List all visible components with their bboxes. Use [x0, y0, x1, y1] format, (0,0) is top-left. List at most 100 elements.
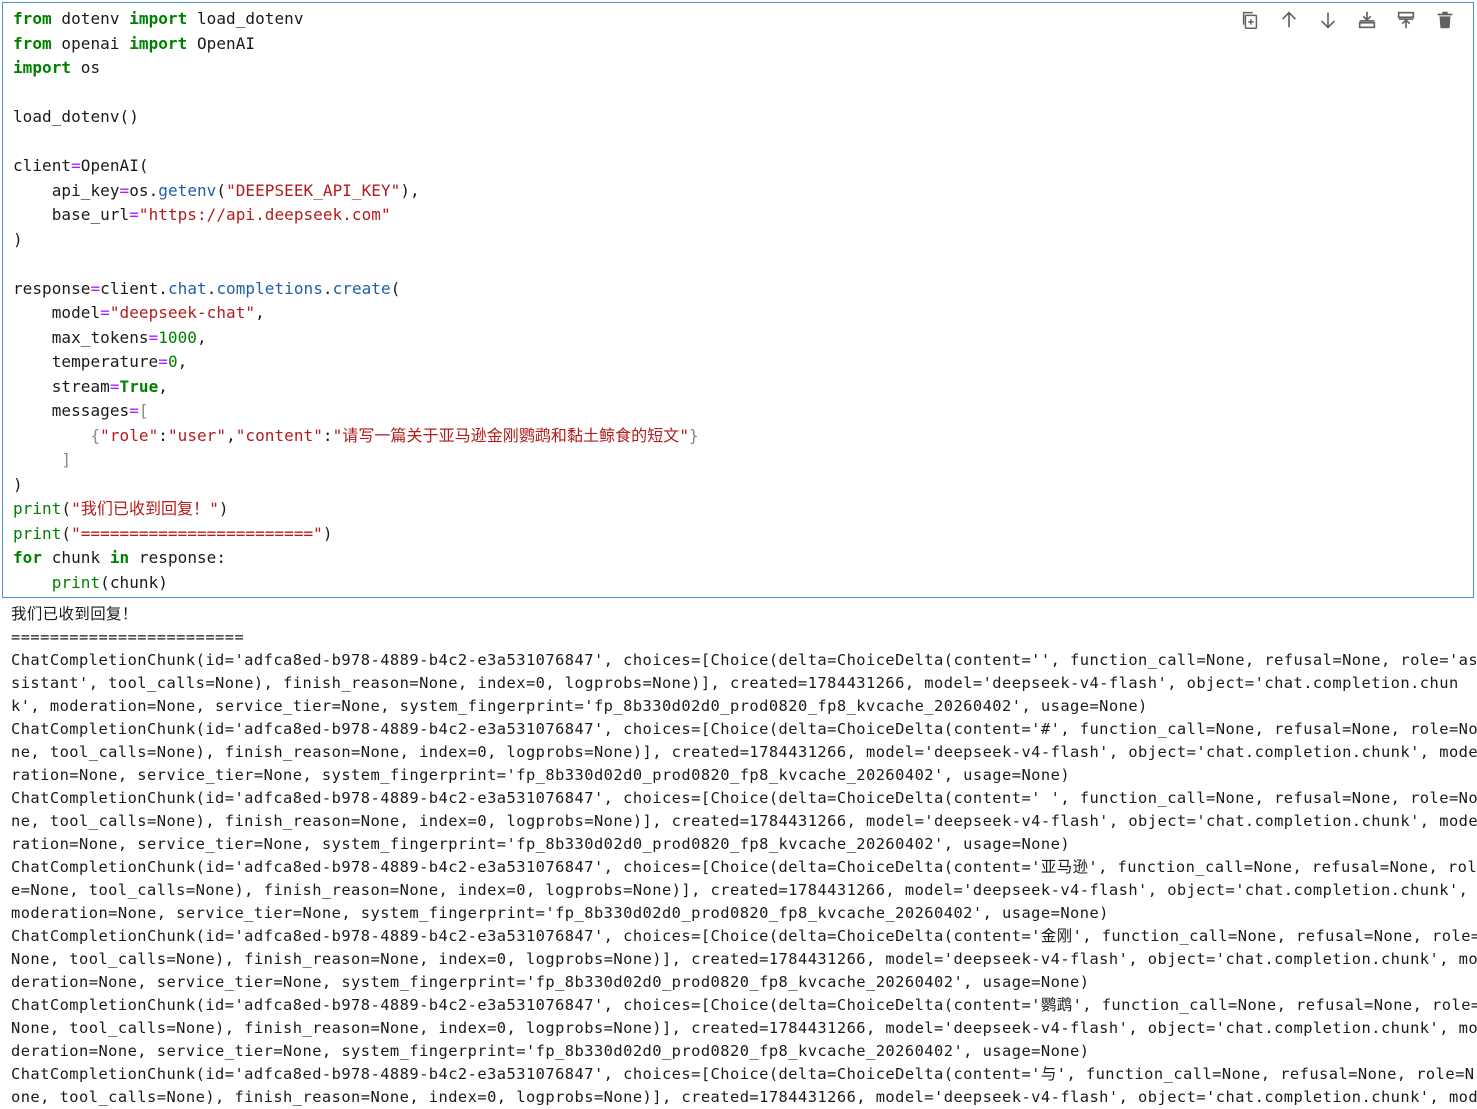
string-literal: "role" — [100, 425, 159, 445]
code-token: ) — [218, 499, 229, 518]
keyword: import — [129, 33, 188, 53]
output-line: ration=None, service_tier=None, system_f… — [11, 835, 1071, 853]
keyword: True — [119, 376, 159, 396]
code-token: ( — [390, 278, 401, 298]
code-line: load_dotenv() — [13, 105, 699, 130]
code-token: client — [13, 156, 72, 175]
operator: = — [129, 205, 139, 224]
output-line: ChatCompletionChunk(id='adfca8ed-b978-48… — [11, 1065, 1475, 1083]
trash-icon — [1437, 11, 1452, 29]
keyword: for — [13, 548, 43, 567]
code-token: chunk — [42, 548, 110, 567]
code-editor[interactable]: from dotenv import load_dotenv from open… — [13, 7, 699, 595]
code-token: client — [100, 278, 159, 298]
copy-icon — [1242, 11, 1257, 29]
code-token: api_key — [51, 180, 120, 200]
code-token: stream — [51, 376, 110, 396]
keyword: import — [13, 58, 72, 77]
code-line: print(chunk) — [13, 571, 699, 596]
cell-output: 我们已收到回复！ ======================== ChatCo… — [11, 603, 1477, 1109]
code-token: ), — [400, 180, 420, 200]
code-line: from dotenv import load_dotenv — [13, 7, 699, 32]
code-token: temperature — [51, 352, 159, 371]
arrow-up-icon — [1281, 11, 1296, 28]
code-line: model="deepseek-chat", — [13, 301, 699, 326]
delete-cell-button[interactable] — [1430, 7, 1459, 33]
output-line: None, tool_calls=None), finish_reason=No… — [11, 950, 1477, 968]
string-literal: "deepseek-chat" — [109, 303, 256, 322]
code-token: load_dotenv() — [13, 107, 139, 126]
builtin-function: print — [51, 572, 101, 592]
code-line: ) — [13, 228, 699, 253]
code-token: messages — [51, 401, 130, 420]
operator: = — [129, 401, 139, 420]
code-token: load_dotenv — [187, 9, 304, 28]
output-line: ration=None, service_tier=None, system_f… — [11, 766, 1071, 784]
code-line: import os — [13, 56, 699, 81]
output-line: deration=None, service_tier=None, system… — [11, 973, 1090, 991]
code-token: . — [322, 278, 333, 298]
insert-above-button[interactable] — [1352, 7, 1381, 33]
output-line: ChatCompletionChunk(id='adfca8ed-b978-48… — [11, 789, 1477, 807]
operator: = — [90, 278, 101, 298]
code-line: ) — [13, 473, 699, 498]
code-token: dotenv — [51, 9, 130, 28]
insert-below-button[interactable] — [1391, 7, 1420, 33]
output-line: e=None, tool_calls=None), finish_reason=… — [11, 881, 1469, 899]
code-cell-input[interactable]: from dotenv import load_dotenv from open… — [2, 2, 1474, 598]
bracket: { — [90, 425, 101, 445]
code-line: ] — [13, 448, 699, 473]
builtin-function: print — [13, 499, 62, 518]
code-token: os — [129, 180, 149, 200]
output-line: ne, tool_calls=None), finish_reason=None… — [11, 743, 1477, 761]
keyword: from — [13, 33, 52, 53]
code-token: ( — [61, 499, 72, 518]
code-line: client=OpenAI( — [13, 154, 699, 179]
code-token: model — [51, 303, 101, 322]
code-token: , — [226, 425, 236, 445]
operator: = — [148, 327, 159, 347]
operator: = — [71, 156, 81, 175]
keyword: in — [109, 548, 130, 567]
string-literal: "user" — [167, 425, 227, 445]
move-down-button[interactable] — [1313, 7, 1342, 33]
code-token: ( — [216, 180, 227, 200]
code-token: (chunk) — [100, 572, 168, 592]
code-attr: chat — [167, 278, 207, 298]
code-line: from openai import OpenAI — [13, 32, 699, 57]
code-token: response — [13, 278, 91, 298]
bracket: ] — [61, 450, 72, 469]
code-line: print("我们已收到回复！") — [13, 497, 699, 522]
code-attr: create — [332, 278, 391, 298]
output-line: deration=None, service_tier=None, system… — [11, 1042, 1090, 1060]
code-line: response=client.chat.completions.create( — [13, 277, 699, 302]
code-token: ) — [13, 229, 23, 249]
code-token: : — [158, 425, 168, 445]
output-line: ChatCompletionChunk(id='adfca8ed-b978-48… — [11, 720, 1477, 738]
operator: = — [119, 180, 130, 200]
keyword: from — [13, 9, 52, 28]
output-line: ChatCompletionChunk(id='adfca8ed-b978-48… — [11, 996, 1477, 1014]
output-line: k', moderation=None, service_tier=None, … — [11, 697, 1148, 715]
string-literal: "我们已收到回复！" — [71, 499, 219, 518]
move-up-button[interactable] — [1274, 7, 1303, 33]
output-line: sistant', tool_calls=None), finish_reaso… — [11, 674, 1459, 692]
output-line: moderation=None, service_tier=None, syst… — [11, 904, 1109, 922]
output-line: ChatCompletionChunk(id='adfca8ed-b978-48… — [11, 651, 1477, 669]
code-attr: completions — [216, 278, 323, 298]
arrow-down-icon — [1320, 12, 1335, 29]
code-line: print("========================") — [13, 522, 699, 547]
duplicate-cell-button[interactable] — [1235, 7, 1264, 33]
number-literal: 1000 — [158, 327, 197, 347]
code-token: os — [71, 58, 101, 77]
